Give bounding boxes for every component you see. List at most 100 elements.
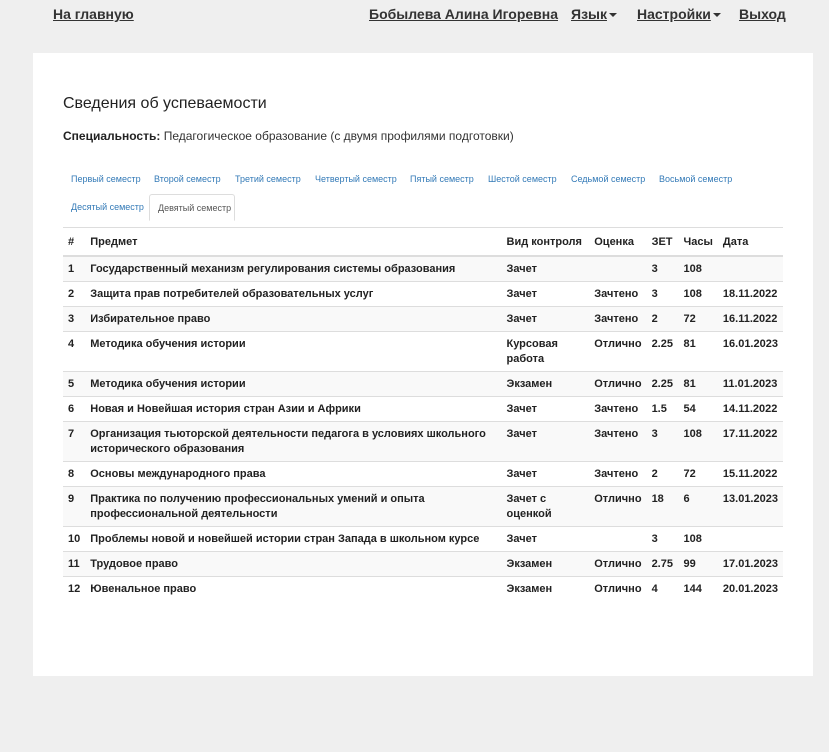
cell-subject: Избирательное право [85,306,502,332]
cell-control-type: Зачет с оценкой [501,486,590,527]
cell-credits: 1.5 [646,396,679,422]
language-label: Язык [571,6,607,22]
specialty-info: Специальность: Педагогическое образовани… [63,129,514,143]
tab-semester-8[interactable]: Восьмой семестр [651,166,740,193]
cell-grade: Зачтено [589,281,647,307]
cell-control-type: Зачет [501,421,590,462]
cell-date: 16.01.2023 [717,331,783,372]
cell-hours: 6 [678,486,718,527]
column-header-subject: Предмет [85,228,502,257]
logout-link[interactable]: Выход [739,6,786,22]
table-row: 4 Методика обучения истории Курсовая работ… [63,331,783,372]
home-link[interactable]: На главную [53,6,134,22]
cell-grade: Зачтено [589,396,647,422]
grades-table: # Предмет Вид контроля Оценка ЗЕТ Часы Д… [63,228,783,601]
cell-hours: 144 [678,576,718,601]
cell-grade: Отлично [589,331,647,372]
cell-subject: Методика обучения истории [85,331,502,372]
settings-label: Настройки [637,6,711,22]
cell-control-type: Зачет [501,281,590,307]
specialty-label: Специальность: [63,129,161,143]
cell-credits: 2.25 [646,371,679,397]
cell-number: 6 [63,396,86,422]
cell-credits: 3 [646,421,679,462]
cell-date: 16.11.2022 [717,306,783,332]
tab-semester-2[interactable]: Второй семестр [146,166,229,193]
table-row: 9 Практика по получению профессиональных … [63,486,783,527]
cell-credits: 3 [646,526,679,552]
tab-row-2: Десятый семестр Девятый семестр [63,194,783,222]
cell-hours: 72 [678,306,718,332]
cell-number: 7 [63,421,86,462]
tab-semester-7[interactable]: Седьмой семестр [563,166,653,193]
cell-credits: 2 [646,461,679,487]
column-header-number: # [63,228,86,257]
cell-hours: 108 [678,255,718,282]
cell-grade [589,526,647,552]
user-name-link[interactable]: Бобылева Алина Игоревна [369,6,558,22]
cell-control-type: Курсовая работа [501,331,590,372]
caret-down-icon [712,13,721,18]
cell-hours: 108 [678,281,718,307]
cell-subject: Трудовое право [85,551,502,577]
cell-control-type: Зачет [501,396,590,422]
cell-date: 17.11.2022 [717,421,783,462]
column-header-grade: Оценка [589,228,647,257]
cell-control-type: Зачет [501,461,590,487]
cell-credits: 3 [646,255,679,282]
cell-control-type: Зачет [501,526,590,552]
cell-date: 15.11.2022 [717,461,783,487]
tab-semester-4[interactable]: Четвертый семестр [307,166,405,193]
cell-date: 18.11.2022 [717,281,783,307]
semester-tabs: Первый семестр Второй семестр Третий сем… [63,166,783,222]
page-title: Сведения об успеваемости [63,95,267,112]
cell-subject: Методика обучения истории [85,371,502,397]
cell-date: 13.01.2023 [717,486,783,527]
tab-semester-3[interactable]: Третий семестр [227,166,309,193]
settings-dropdown[interactable]: Настройки [637,6,721,22]
column-header-credits: ЗЕТ [646,228,679,257]
grades-table-body: 1 Государственный механизм регулирования … [63,255,783,601]
cell-grade: Зачтено [589,461,647,487]
cell-grade: Отлично [589,576,647,601]
cell-hours: 108 [678,526,718,552]
tab-semester-10[interactable]: Десятый семестр [63,194,152,221]
cell-date: 20.01.2023 [717,576,783,601]
table-row: 12 Ювенальное право Экзамен Отлично 4 144 20.0… [63,576,783,601]
cell-grade: Отлично [589,551,647,577]
cell-subject: Основы международного права [85,461,502,487]
cell-grade [589,255,647,282]
cell-control-type: Экзамен [501,371,590,397]
table-row: 3 Избирательное право Зачет Зачтено 2 72 16.11… [63,306,783,332]
cell-grade: Отлично [589,486,647,527]
language-dropdown[interactable]: Язык [571,6,617,22]
cell-number: 11 [63,551,86,577]
cell-credits: 18 [646,486,679,527]
cell-date [717,526,783,552]
column-header-control-type: Вид контроля [501,228,590,257]
cell-number: 4 [63,331,86,372]
tab-semester-6[interactable]: Шестой семестр [480,166,565,193]
cell-hours: 72 [678,461,718,487]
table-row: 5 Методика обучения истории Экзамен Отлично… [63,371,783,397]
table-row: 8 Основы международного права Зачет Зачтено… [63,461,783,487]
cell-control-type: Зачет [501,306,590,332]
cell-control-type: Экзамен [501,576,590,601]
grades-panel: Сведения об успеваемости Специальность: … [33,53,813,676]
cell-grade: Зачтено [589,306,647,332]
cell-number: 2 [63,281,86,307]
tab-semester-9[interactable]: Девятый семестр [149,194,235,221]
tab-semester-1[interactable]: Первый семестр [63,166,149,193]
cell-number: 10 [63,526,86,552]
cell-credits: 2 [646,306,679,332]
cell-subject: Защита прав потребителей образовательных… [85,281,502,307]
cell-hours: 81 [678,371,718,397]
tab-semester-5[interactable]: Пятый семестр [402,166,482,193]
tab-row-1: Первый семестр Второй семестр Третий сем… [63,166,783,194]
cell-grade: Зачтено [589,421,647,462]
cell-date: 11.01.2023 [717,371,783,397]
cell-credits: 4 [646,576,679,601]
specialty-value: Педагогическое образование (с двумя проф… [163,129,514,143]
cell-credits: 2.25 [646,331,679,372]
table-row: 2 Защита прав потребителей образовательны… [63,281,783,307]
